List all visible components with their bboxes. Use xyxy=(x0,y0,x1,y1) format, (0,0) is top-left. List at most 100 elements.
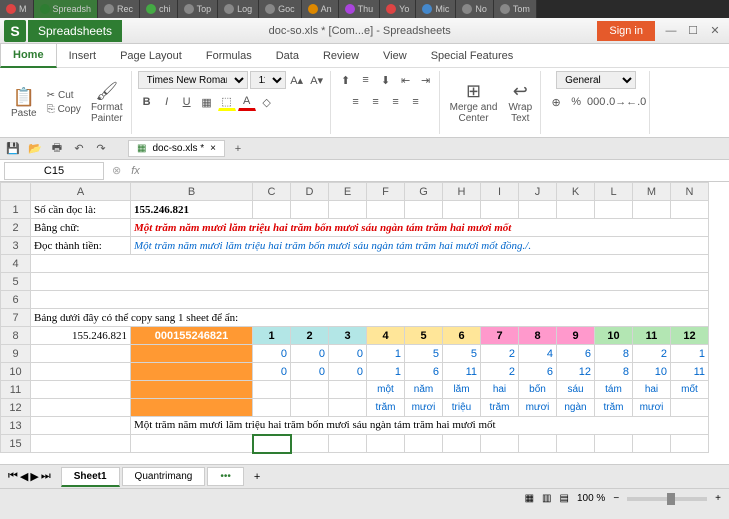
cell-B2[interactable]: Một trăm năm mươi lăm triệu hai trăm bốn… xyxy=(131,219,709,237)
cell-A7[interactable]: Bảng dưới đây có thể copy sang 1 sheet đ… xyxy=(31,309,709,327)
number-format-select[interactable]: General xyxy=(556,71,636,89)
next-sheet-icon[interactable]: ▶ xyxy=(30,470,38,483)
tab-special[interactable]: Special Features xyxy=(419,45,526,67)
decrease-font-icon[interactable]: A▾ xyxy=(308,71,326,89)
formula-input[interactable] xyxy=(146,161,729,180)
sheet-tab-3[interactable]: ••• xyxy=(207,467,244,486)
decimal-dec-icon[interactable]: ←.0 xyxy=(627,93,645,111)
cell-A2[interactable]: Bằng chữ: xyxy=(31,219,131,237)
browser-tab[interactable]: Rec xyxy=(98,0,140,18)
browser-tab[interactable]: Tom xyxy=(494,0,537,18)
sheet-tab-2[interactable]: Quantrimang xyxy=(122,467,206,486)
zoom-slider[interactable] xyxy=(627,497,707,501)
paste-button[interactable]: 📋Paste xyxy=(7,85,41,121)
view-layout-icon[interactable]: ▥ xyxy=(542,493,551,504)
fill-color-button[interactable]: ⬚ xyxy=(218,93,236,111)
redo-icon[interactable]: ↷ xyxy=(92,140,110,158)
copy-button[interactable]: ⎘ Copy xyxy=(44,103,84,116)
cell-B13[interactable]: Một trăm năm mươi lăm triệu hai trăm bốn… xyxy=(131,417,709,435)
increase-font-icon[interactable]: A▴ xyxy=(288,71,306,89)
comma-icon[interactable]: 000 xyxy=(587,93,605,111)
indent-decrease-icon[interactable]: ⇤ xyxy=(397,71,415,89)
prev-sheet-icon[interactable]: ◀ xyxy=(20,470,28,483)
currency-icon[interactable]: ⊕ xyxy=(547,93,565,111)
zoom-in-icon[interactable]: + xyxy=(715,493,721,504)
align-middle-icon[interactable]: ≡ xyxy=(357,71,375,89)
tab-review[interactable]: Review xyxy=(311,45,371,67)
decimal-inc-icon[interactable]: .0→ xyxy=(607,93,625,111)
undo-icon[interactable]: ↶ xyxy=(70,140,88,158)
tab-view[interactable]: View xyxy=(371,45,419,67)
selected-cell[interactable] xyxy=(253,435,291,453)
cell-B8[interactable]: 000155246821 xyxy=(131,327,253,345)
cell-A3[interactable]: Đọc thành tiền: xyxy=(31,237,131,255)
add-doc-icon[interactable]: + xyxy=(229,140,247,158)
browser-tab[interactable]: Thu xyxy=(339,0,381,18)
cell-A1[interactable]: Số cần đọc là: xyxy=(31,201,131,219)
cell-A8[interactable]: 155.246.821 xyxy=(31,327,131,345)
view-break-icon[interactable]: ▤ xyxy=(560,493,569,504)
save-icon[interactable]: 💾 xyxy=(4,140,22,158)
signin-button[interactable]: Sign in xyxy=(597,21,655,41)
zoom-out-icon[interactable]: − xyxy=(613,493,619,504)
browser-tab[interactable]: M xyxy=(0,0,34,18)
fx-icon[interactable]: fx xyxy=(125,165,146,177)
browser-tab[interactable]: No xyxy=(456,0,494,18)
align-right-icon[interactable]: ≡ xyxy=(387,93,405,111)
clear-format-button[interactable]: ◇ xyxy=(258,93,276,111)
align-top-icon[interactable]: ⬆ xyxy=(337,71,355,89)
tab-formulas[interactable]: Formulas xyxy=(194,45,264,67)
sheet-tab-1[interactable]: Sheet1 xyxy=(61,467,120,487)
open-icon[interactable]: 📂 xyxy=(26,140,44,158)
tab-data[interactable]: Data xyxy=(264,45,311,67)
tab-insert[interactable]: Insert xyxy=(57,45,109,67)
title-bar: S Spreadsheets doc-so.xls * [Com...e] - … xyxy=(0,18,729,44)
close-doc-icon[interactable]: × xyxy=(210,143,216,154)
percent-icon[interactable]: % xyxy=(567,93,585,111)
app-logo[interactable]: S xyxy=(4,20,26,42)
name-box[interactable] xyxy=(4,162,104,180)
cut-button[interactable]: ✂ Cut xyxy=(44,89,84,102)
align-left-icon[interactable]: ≡ xyxy=(347,93,365,111)
cell-B3[interactable]: Một trăm năm mươi lăm triệu hai trăm bốn… xyxy=(131,237,709,255)
formula-bar: ⊗ fx xyxy=(0,160,729,182)
zoom-level[interactable]: 100 % xyxy=(577,493,605,504)
view-normal-icon[interactable]: ▦ xyxy=(525,493,534,504)
maximize-icon[interactable]: ☐ xyxy=(683,22,703,40)
tab-home[interactable]: Home xyxy=(0,43,57,68)
spreadsheet-grid[interactable]: ABCDEFGHIJKLMN 1Số cần đọc là:155.246.82… xyxy=(0,182,729,464)
last-sheet-icon[interactable]: ⏭ xyxy=(41,470,51,483)
wrap-text-button[interactable]: ↩Wrap Text xyxy=(504,79,536,126)
browser-tab[interactable]: Spreadsh xyxy=(34,0,99,18)
justify-icon[interactable]: ≡ xyxy=(407,93,425,111)
font-size-select[interactable]: 11 xyxy=(250,71,286,89)
browser-tab[interactable]: Yo xyxy=(380,0,416,18)
format-painter-button[interactable]: 🖌Format Painter xyxy=(87,79,127,126)
align-bottom-icon[interactable]: ⬇ xyxy=(377,71,395,89)
close-icon[interactable]: ✕ xyxy=(705,22,725,40)
print-icon[interactable]: 🖶 xyxy=(48,140,66,158)
font-color-button[interactable]: A xyxy=(238,93,256,111)
browser-tab[interactable]: Top xyxy=(178,0,219,18)
cell-B1[interactable]: 155.246.821 xyxy=(131,201,253,219)
underline-button[interactable]: U xyxy=(178,93,196,111)
font-name-select[interactable]: Times New Roman xyxy=(138,71,248,89)
indent-increase-icon[interactable]: ⇥ xyxy=(417,71,435,89)
browser-tab[interactable]: Goc xyxy=(259,0,302,18)
merge-center-button[interactable]: ⊞Merge and Center xyxy=(446,79,502,126)
minimize-icon[interactable]: — xyxy=(661,22,681,40)
document-tab[interactable]: ▦ doc-so.xls * × xyxy=(128,140,225,157)
first-sheet-icon[interactable]: ⏮ xyxy=(8,470,18,483)
bold-button[interactable]: B xyxy=(138,93,156,111)
browser-tab[interactable]: An xyxy=(302,0,339,18)
browser-tabs: M Spreadsh Rec chi Top Log Goc An Thu Yo… xyxy=(0,0,729,18)
italic-button[interactable]: I xyxy=(158,93,176,111)
browser-tab[interactable]: Log xyxy=(218,0,259,18)
border-button[interactable]: ▦ xyxy=(198,93,216,111)
align-center-icon[interactable]: ≡ xyxy=(367,93,385,111)
tab-page-layout[interactable]: Page Layout xyxy=(108,45,194,67)
cancel-formula-icon[interactable]: ⊗ xyxy=(108,164,125,177)
add-sheet-icon[interactable]: + xyxy=(246,471,268,483)
browser-tab[interactable]: chi xyxy=(140,0,178,18)
browser-tab[interactable]: Mic xyxy=(416,0,456,18)
